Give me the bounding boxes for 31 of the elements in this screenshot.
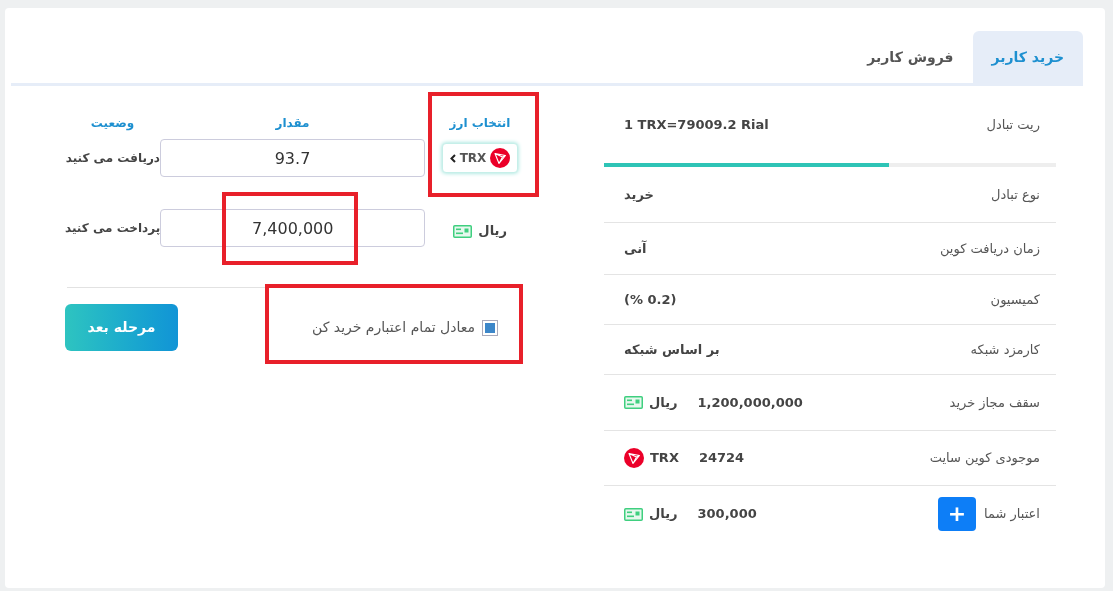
row-label: کمیسیون <box>990 290 1040 310</box>
amount-field[interactable]: 93.7 <box>160 139 425 177</box>
row-value: بر اساس شبکه <box>624 340 720 359</box>
row-value: (% 0.2) <box>624 290 677 309</box>
column-header: وضعیت <box>90 115 135 132</box>
row-label: زمان دریافت کوین <box>939 239 1040 259</box>
tab[interactable]: فروش کاربر <box>848 31 973 83</box>
column-header: انتخاب ارز <box>449 115 511 132</box>
unit-label: ریال <box>649 393 678 412</box>
row-value: 24724 <box>698 449 745 468</box>
row-label: نوع تبادل <box>991 185 1040 205</box>
row-value: 1 TRX=79009.2 Rial <box>624 116 769 135</box>
amount-field[interactable]: 7,400,000 <box>160 209 426 247</box>
add-button[interactable]: + <box>938 497 977 531</box>
coin-select[interactable]: TRX <box>441 143 519 173</box>
row-value: خرید <box>624 185 654 204</box>
row-label: سقف مجاز خرید <box>949 393 1040 412</box>
row-label: کارمزد شبکه <box>970 340 1040 360</box>
row-label: اعتبار شما <box>984 505 1040 524</box>
row-value: 300,000 <box>697 505 757 524</box>
row-label: دریافت می کنید <box>65 150 160 167</box>
row-value: 1,200,000,000 <box>697 393 803 412</box>
unit-label: ریال <box>649 505 678 524</box>
row-label: موجودی کوین سایت <box>929 449 1040 468</box>
unit-label: TRX <box>650 449 679 468</box>
row-value: آنی <box>624 239 647 258</box>
column-header: مقدار <box>275 115 310 132</box>
row-label: پرداخت می کنید <box>65 220 161 237</box>
checkbox-label: معادل تمام اعتبارم خرید کن <box>312 318 475 338</box>
row-label: ریت تبادل <box>986 116 1040 135</box>
unit-label: ریال <box>478 222 507 241</box>
